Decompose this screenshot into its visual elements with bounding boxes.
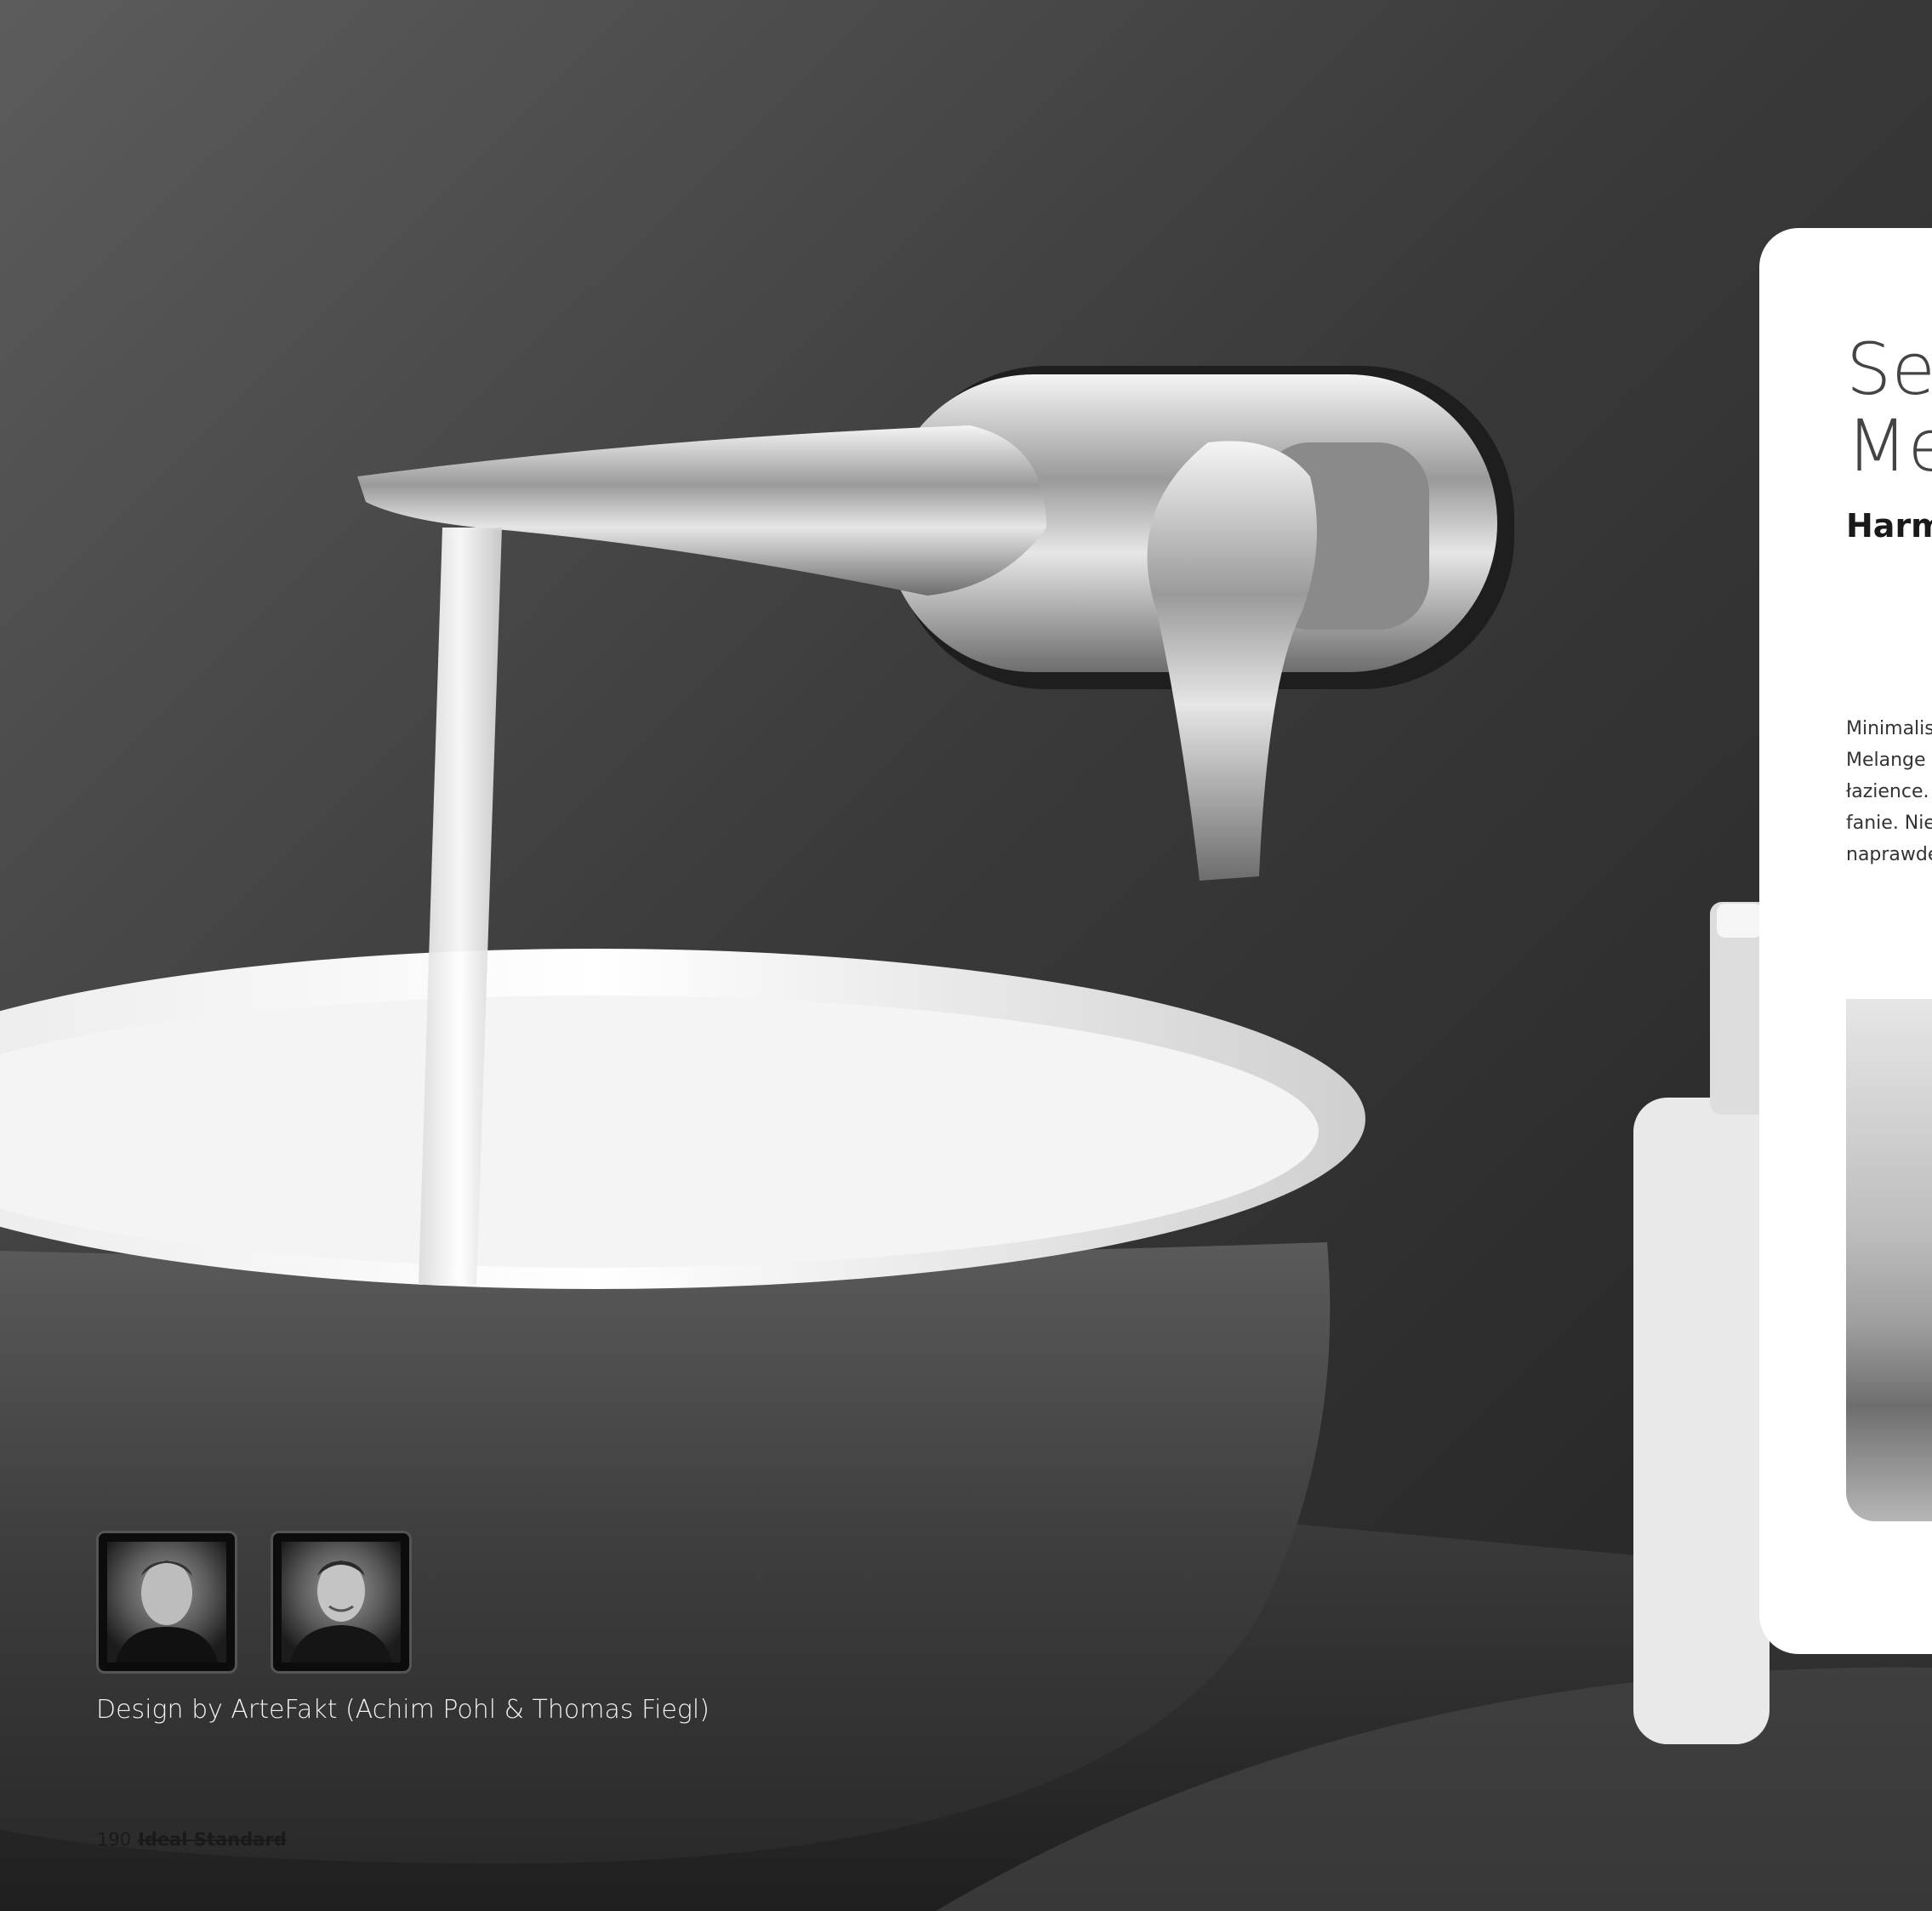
series-title-line-2: Me [1846,404,1932,488]
description-line: Minimalis [1846,718,1932,739]
page-number: 190 [97,1829,132,1850]
text-panel: Se Me Harm Minimalis Melange łazience. f… [1759,228,1932,1654]
description-line: łazience. [1846,781,1929,802]
description-line: fanie. Nie [1846,813,1932,834]
lotion-bottle [1633,1098,1770,1744]
designer-portrait-achim-pohl [96,1531,237,1674]
product-detail-photo [1846,999,1932,1521]
description-line: naprawdę [1846,844,1932,865]
description-line: Melange [1846,750,1926,771]
series-subtitle: Harm [1846,507,1932,545]
description: Minimalis Melange łazience. fanie. Nie n… [1846,713,1932,870]
designer-credit: Design by ArteFakt (Achim Pohl & Thomas … [96,1695,710,1725]
brand-name: Ideal Standard [138,1829,287,1850]
page-footer: 190 Ideal Standard [97,1829,287,1850]
designer-portrait-thomas-fiegl [271,1531,412,1674]
series-title-line-1: Se [1846,328,1932,411]
